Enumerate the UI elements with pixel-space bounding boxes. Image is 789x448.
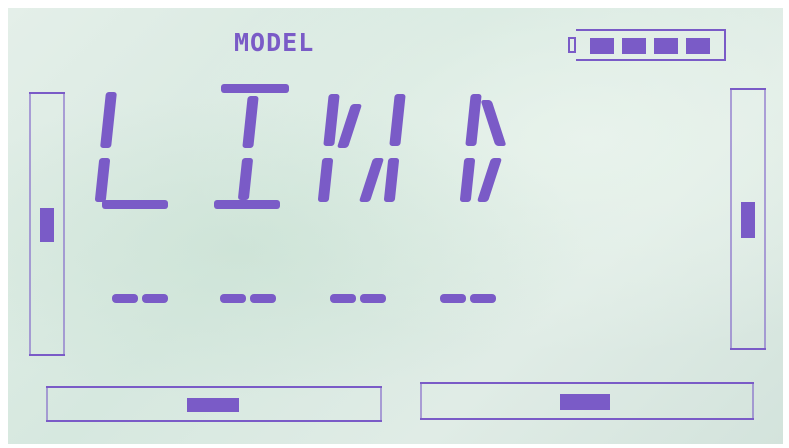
battery-segment bbox=[654, 38, 678, 54]
left-vertical-trim bbox=[29, 92, 65, 356]
right-trim-knob bbox=[741, 202, 755, 238]
battery-segment bbox=[590, 38, 614, 54]
bottom-left-horizontal-trim bbox=[46, 386, 382, 422]
bottom-left-trim-knob bbox=[187, 398, 239, 412]
bottom-right-horizontal-trim bbox=[420, 382, 754, 420]
battery-indicator bbox=[576, 29, 726, 61]
battery-terminal-icon bbox=[568, 37, 576, 53]
right-vertical-trim bbox=[730, 88, 766, 350]
model-label: MODEL bbox=[234, 28, 315, 57]
bottom-right-trim-knob bbox=[560, 394, 610, 410]
battery-segment bbox=[686, 38, 710, 54]
left-trim-knob bbox=[40, 208, 54, 242]
battery-segment bbox=[622, 38, 646, 54]
lcd-screen: MODEL bbox=[8, 8, 783, 444]
